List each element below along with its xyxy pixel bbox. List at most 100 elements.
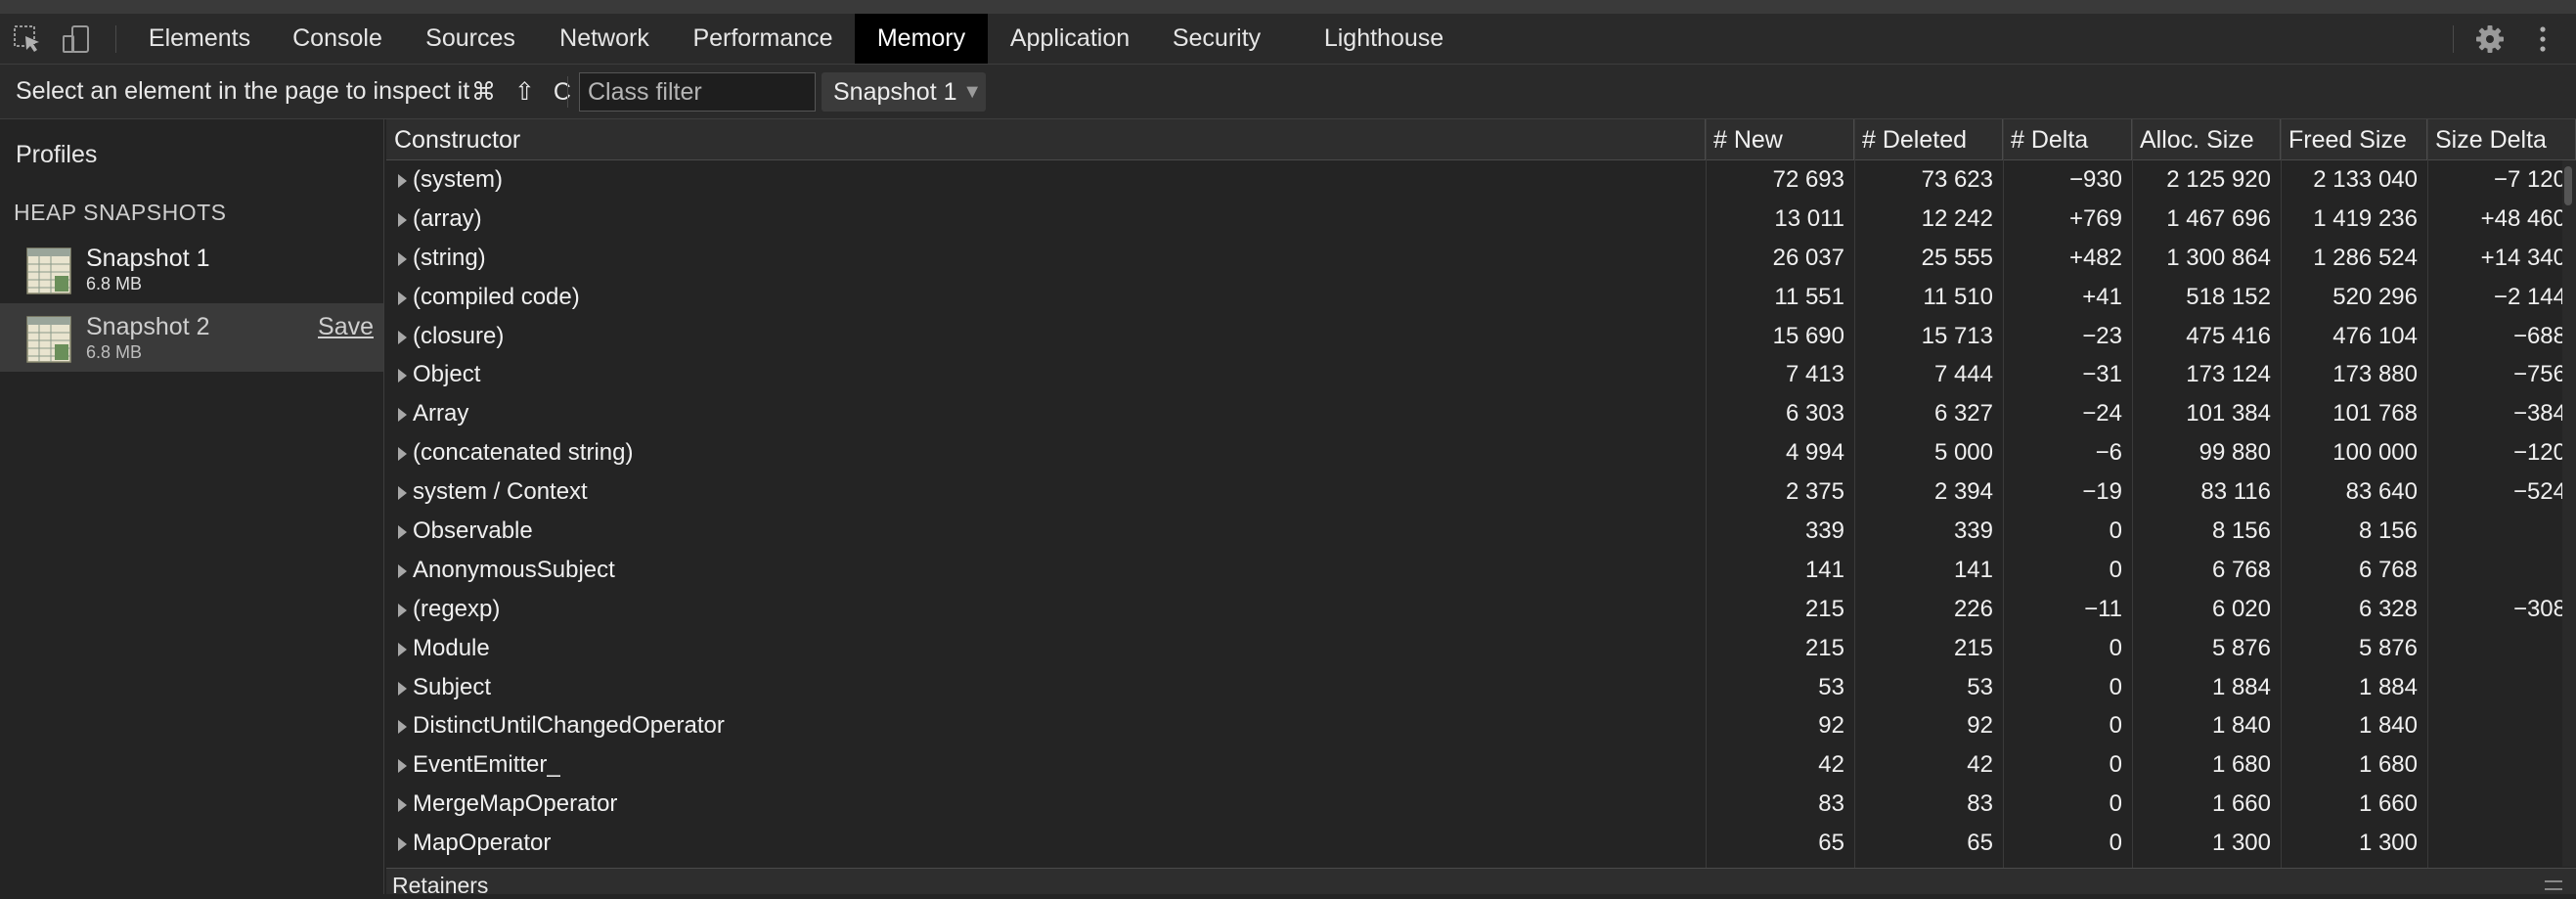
expand-triangle-icon[interactable]: [398, 174, 407, 188]
table-row[interactable]: (system) 72 693 73 623 −930 2 125 920 2 133 0…: [386, 160, 2576, 200]
cell-alloc-size: 1 660: [2211, 790, 2271, 818]
expand-triangle-icon[interactable]: [398, 603, 407, 617]
snapshot-select[interactable]: Snapshot 1 ▼: [822, 72, 986, 112]
tab-console[interactable]: Console: [274, 14, 401, 64]
expand-triangle-icon[interactable]: [398, 212, 407, 227]
table-row[interactable]: MapOperator 65 65 0 1 300 1 300: [386, 824, 2576, 863]
column-header-new[interactable]: # New: [1706, 119, 1854, 160]
comparison-table: Constructor # New # Deleted # Delta Allo…: [386, 119, 2576, 868]
constructor-name: Observable: [413, 517, 533, 545]
cell-freed-size: 100 000: [2332, 439, 2418, 467]
cell-alloc-size: 1 884: [2211, 673, 2271, 700]
tab-application[interactable]: Application: [994, 14, 1146, 64]
table-row[interactable]: MergeMapOperator 83 83 0 1 660 1 660: [386, 785, 2576, 824]
retainers-panel-header[interactable]: Retainers: [386, 868, 2576, 898]
table-row[interactable]: Module 215 215 0 5 876 5 876: [386, 629, 2576, 668]
cell-freed-size: 83 640: [2345, 478, 2418, 506]
cell-delta: −31: [2082, 361, 2122, 388]
cell-size-delta: −120: [2512, 439, 2566, 467]
cell-constructor: MergeMapOperator: [386, 785, 1706, 824]
cell-new: 215: [1804, 634, 1844, 661]
expand-triangle-icon[interactable]: [398, 525, 407, 540]
tab-lighthouse[interactable]: Lighthouse: [1310, 14, 1457, 64]
cell-deleted: 339: [1953, 517, 1993, 545]
expand-triangle-icon[interactable]: [398, 251, 407, 266]
cell-new: 92: [1818, 712, 1844, 740]
column-header-size-delta[interactable]: Size Delta: [2427, 119, 2576, 160]
table-row[interactable]: (concatenated string) 4 994 5 000 −6 99 880 1…: [386, 433, 2576, 472]
expand-triangle-icon[interactable]: [398, 759, 407, 774]
table-row[interactable]: Observable 339 339 0 8 156 8 156: [386, 512, 2576, 551]
tab-memory[interactable]: Memory: [855, 14, 988, 64]
cell-freed-size: 520 296: [2332, 283, 2418, 310]
table-row[interactable]: AnonymousSubject 141 141 0 6 768 6 768: [386, 551, 2576, 590]
cell-deleted: 7 444: [1933, 361, 1993, 388]
constructor-name: AnonymousSubject: [413, 556, 615, 583]
table-row[interactable]: system / Context 2 375 2 394 −19 83 116 83 64…: [386, 472, 2576, 512]
column-header-delta[interactable]: # Delta: [2003, 119, 2132, 160]
expand-triangle-icon[interactable]: [398, 798, 407, 813]
resize-handle-icon[interactable]: [2545, 880, 2562, 890]
expand-triangle-icon[interactable]: [398, 837, 407, 852]
expand-triangle-icon[interactable]: [398, 291, 407, 305]
table-row[interactable]: (array) 13 011 12 242 +769 1 467 696 1 419 23…: [386, 200, 2576, 239]
toolbar-separator: [2453, 25, 2454, 53]
snapshot-item-1[interactable]: Snapshot 1 6.8 MB: [0, 235, 383, 303]
expand-triangle-icon[interactable]: [398, 330, 407, 344]
class-filter-input[interactable]: [579, 72, 816, 112]
column-header-deleted[interactable]: # Deleted: [1854, 119, 2003, 160]
cell-deleted: 2 394: [1933, 478, 1993, 506]
tab-sources[interactable]: Sources: [407, 14, 534, 64]
element-picker-icon[interactable]: [12, 23, 43, 55]
table-row[interactable]: EventEmitter_ 42 42 0 1 680 1 680: [386, 745, 2576, 785]
table-row[interactable]: Subject 53 53 0 1 884 1 884: [386, 668, 2576, 707]
table-row[interactable]: Object 7 413 7 444 −31 173 124 173 880 −756: [386, 355, 2576, 394]
tab-performance[interactable]: Performance: [675, 14, 851, 64]
snapshot-item-2[interactable]: Snapshot 2 6.8 MB Save: [0, 303, 383, 372]
cell-deleted: 15 713: [1921, 322, 1993, 349]
table-scrollbar[interactable]: [2562, 160, 2576, 867]
table-row[interactable]: (closure) 15 690 15 713 −23 475 416 476 104 −6…: [386, 317, 2576, 356]
expand-triangle-icon[interactable]: [398, 681, 407, 696]
cell-new: 215: [1804, 595, 1844, 622]
table-row[interactable]: (compiled code) 11 551 11 510 +41 518 152 520…: [386, 278, 2576, 317]
cell-size-delta: +14 340: [2480, 244, 2566, 271]
cell-delta: 0: [2109, 751, 2122, 779]
table-scrollbar-thumb[interactable]: [2564, 166, 2572, 205]
table-row[interactable]: (regexp) 215 226 −11 6 020 6 328 −308: [386, 590, 2576, 629]
expand-triangle-icon[interactable]: [398, 642, 407, 656]
dropdown-caret-icon: ▼: [962, 81, 982, 103]
expand-triangle-icon[interactable]: [398, 720, 407, 735]
tab-security[interactable]: Security: [1150, 14, 1283, 64]
device-toolbar-icon[interactable]: [61, 23, 92, 55]
expand-triangle-icon[interactable]: [398, 369, 407, 383]
column-header-alloc-size[interactable]: Alloc. Size: [2132, 119, 2281, 160]
cell-constructor: (system): [386, 160, 1706, 200]
expand-triangle-icon[interactable]: [398, 563, 407, 578]
cell-deleted: 92: [1967, 712, 1993, 740]
cell-delta: −930: [2068, 166, 2122, 193]
tab-network[interactable]: Network: [540, 14, 669, 64]
cell-deleted: 25 555: [1921, 244, 1993, 271]
expand-triangle-icon[interactable]: [398, 408, 407, 423]
cell-freed-size: 2 133 040: [2313, 166, 2418, 193]
expand-triangle-icon[interactable]: [398, 447, 407, 462]
table-row[interactable]: DistinctUntilChangedOperator 92 92 0 1 840 1 …: [386, 706, 2576, 745]
constructor-name: (concatenated string): [413, 439, 634, 467]
constructor-name: (closure): [413, 322, 505, 349]
table-row[interactable]: (string) 26 037 25 555 +482 1 300 864 1 286 5…: [386, 239, 2576, 278]
kebab-menu-icon[interactable]: [2533, 23, 2553, 55]
save-snapshot-link[interactable]: Save: [318, 313, 374, 341]
profiles-title: Profiles: [16, 141, 98, 168]
gear-icon[interactable]: [2474, 23, 2506, 55]
column-header-freed-size[interactable]: Freed Size: [2281, 119, 2427, 160]
cell-constructor: Subject: [386, 668, 1706, 707]
cell-constructor: Array: [386, 394, 1706, 433]
expand-triangle-icon[interactable]: [398, 486, 407, 501]
constructor-name: (array): [413, 204, 482, 232]
cell-alloc-size: 1 300 864: [2166, 244, 2271, 271]
tab-elements[interactable]: Elements: [131, 14, 268, 64]
table-row[interactable]: Array 6 303 6 327 −24 101 384 101 768 −384: [386, 394, 2576, 433]
column-header-constructor[interactable]: Constructor: [386, 119, 1706, 160]
cell-deleted: 12 242: [1921, 204, 1993, 232]
